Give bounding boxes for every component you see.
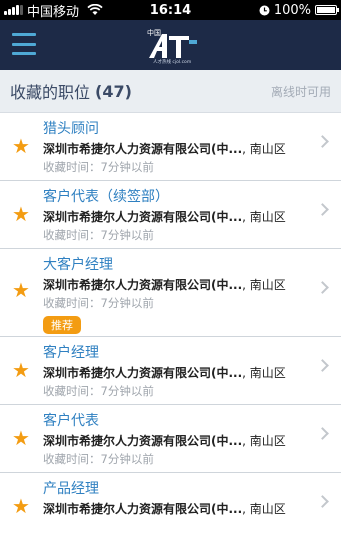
- menu-icon[interactable]: [12, 33, 36, 55]
- district-label: , 南山区: [242, 366, 286, 380]
- favorite-jobs-list: ★ 猎头顾问 深圳市希捷尔人力资源有限公司(中..., 南山区 收藏时间：7分钟…: [0, 113, 341, 540]
- chevron-right-icon: [316, 135, 329, 148]
- star-icon: ★: [12, 358, 30, 382]
- saved-time: 收藏时间：7分钟以前: [43, 384, 154, 398]
- company-label: 深圳市希捷尔人力资源有限公司(中...: [43, 278, 243, 292]
- list-item[interactable]: ★ 产品经理 深圳市希捷尔人力资源有限公司(中..., 南山区: [0, 473, 341, 540]
- company-name: 深圳市希捷尔人力资源有限公司(中..., 南山区: [43, 208, 286, 225]
- list-item[interactable]: ★ 大客户经理 深圳市希捷尔人力资源有限公司(中..., 南山区 收藏时间：7分…: [0, 249, 341, 337]
- job-title: 客户经理: [43, 345, 99, 361]
- company-name: 深圳市希捷尔人力资源有限公司(中..., 南山区: [43, 432, 286, 449]
- star-icon: ★: [12, 202, 30, 226]
- saved-time: 收藏时间：7分钟以前: [43, 296, 154, 310]
- logo-cn-mark: 中国: [147, 28, 161, 37]
- star-icon: ★: [12, 494, 30, 518]
- job-title: 猎头顾问: [43, 121, 99, 137]
- company-label: 深圳市希捷尔人力资源有限公司(中...: [43, 210, 243, 224]
- clock-icon: [259, 5, 270, 15]
- carrier-label: 中国移动: [27, 4, 80, 20]
- list-item[interactable]: ★ 猎头顾问 深圳市希捷尔人力资源有限公司(中..., 南山区 收藏时间：7分钟…: [0, 113, 341, 181]
- district-label: , 南山区: [242, 210, 286, 224]
- company-name: 深圳市希捷尔人力资源有限公司(中..., 南山区: [43, 140, 286, 157]
- battery-icon: [315, 5, 339, 15]
- nav-bar: 中国 人才热线 cjol.com: [0, 20, 341, 70]
- list-item[interactable]: ★ 客户代表 深圳市希捷尔人力资源有限公司(中..., 南山区 收藏时间：7分钟…: [0, 405, 341, 473]
- offline-label: 离线时可用: [270, 84, 331, 99]
- star-icon: ★: [12, 134, 30, 158]
- company-label: 深圳市希捷尔人力资源有限公司(中...: [43, 502, 243, 516]
- job-title: 客户代表: [43, 413, 99, 429]
- list-item[interactable]: ★ 客户代表（续签部） 深圳市希捷尔人力资源有限公司(中..., 南山区 收藏时…: [0, 181, 341, 249]
- app-logo: 中国 人才热线 cjol.com: [147, 28, 197, 64]
- status-left: 中国移动: [0, 1, 103, 20]
- status-bar: 中国移动 16:14 100%: [0, 0, 341, 20]
- star-icon: ★: [12, 278, 30, 302]
- wifi-icon: [87, 4, 103, 15]
- company-label: 深圳市希捷尔人力资源有限公司(中...: [43, 366, 243, 380]
- svg-text:人才热线 cjol.com: 人才热线 cjol.com: [153, 58, 191, 64]
- status-right: 100%: [259, 0, 339, 20]
- company-label: 深圳市希捷尔人力资源有限公司(中...: [43, 142, 243, 156]
- signal-icon: [4, 5, 23, 15]
- job-title: 大客户经理: [43, 257, 113, 273]
- chevron-right-icon: [316, 203, 329, 216]
- saved-time: 收藏时间：7分钟以前: [43, 160, 154, 174]
- district-label: , 南山区: [242, 434, 286, 448]
- company-name: 深圳市希捷尔人力资源有限公司(中..., 南山区: [43, 500, 286, 517]
- job-title: 客户代表（续签部）: [43, 189, 169, 205]
- section-title: 收藏的职位: [10, 83, 91, 102]
- district-label: , 南山区: [242, 278, 286, 292]
- saved-time: 收藏时间：7分钟以前: [43, 228, 154, 242]
- company-name: 深圳市希捷尔人力资源有限公司(中..., 南山区: [43, 364, 286, 381]
- section-count: (47): [95, 81, 132, 101]
- job-title: 产品经理: [43, 481, 99, 497]
- list-item[interactable]: ★ 客户经理 深圳市希捷尔人力资源有限公司(中..., 南山区 收藏时间：7分钟…: [0, 337, 341, 405]
- battery-percent: 100%: [273, 2, 311, 18]
- section-header: 收藏的职位 (47) 离线时可用: [0, 70, 341, 113]
- chevron-right-icon: [316, 427, 329, 440]
- chevron-right-icon: [316, 281, 329, 294]
- saved-time: 收藏时间：7分钟以前: [43, 452, 154, 466]
- star-icon: ★: [12, 426, 30, 450]
- district-label: , 南山区: [242, 142, 286, 156]
- company-name: 深圳市希捷尔人力资源有限公司(中..., 南山区: [43, 276, 286, 293]
- chevron-right-icon: [316, 359, 329, 372]
- chevron-right-icon: [316, 495, 329, 508]
- district-label: , 南山区: [242, 502, 286, 516]
- company-label: 深圳市希捷尔人力资源有限公司(中...: [43, 434, 243, 448]
- recommend-badge: 推荐: [43, 316, 81, 334]
